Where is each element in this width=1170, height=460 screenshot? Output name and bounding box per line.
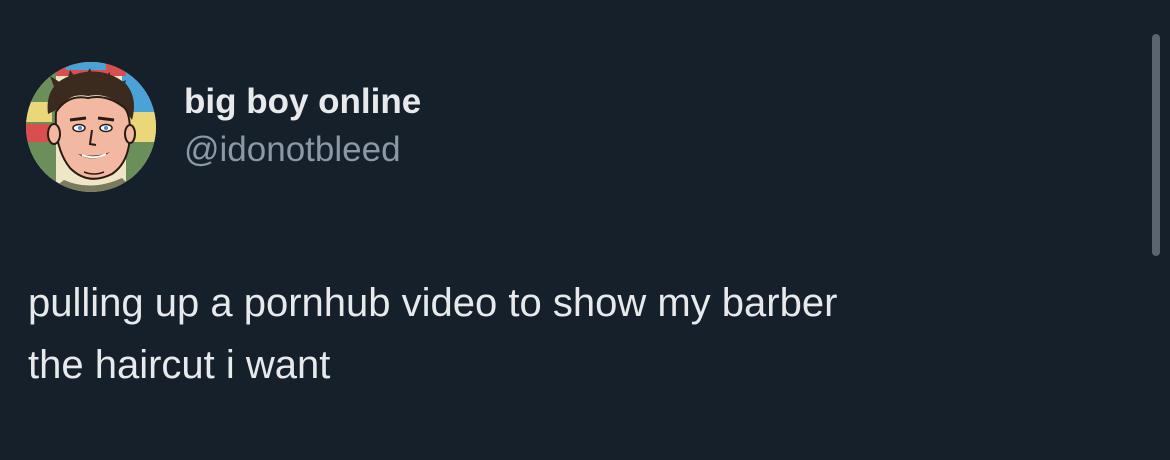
tweet-author: big boy online @idonotbleed: [184, 78, 421, 174]
author-display-name[interactable]: big boy online: [184, 78, 421, 126]
tweet: big boy online @idonotbleed pulling up a…: [0, 0, 1170, 460]
cartoon-face-avatar-icon: [26, 62, 156, 192]
tweet-text: pulling up a pornhub video to show my ba…: [28, 281, 838, 387]
scrollbar-thumb[interactable]: [1152, 34, 1160, 256]
author-handle[interactable]: @idonotbleed: [184, 126, 421, 174]
avatar[interactable]: [26, 62, 156, 192]
